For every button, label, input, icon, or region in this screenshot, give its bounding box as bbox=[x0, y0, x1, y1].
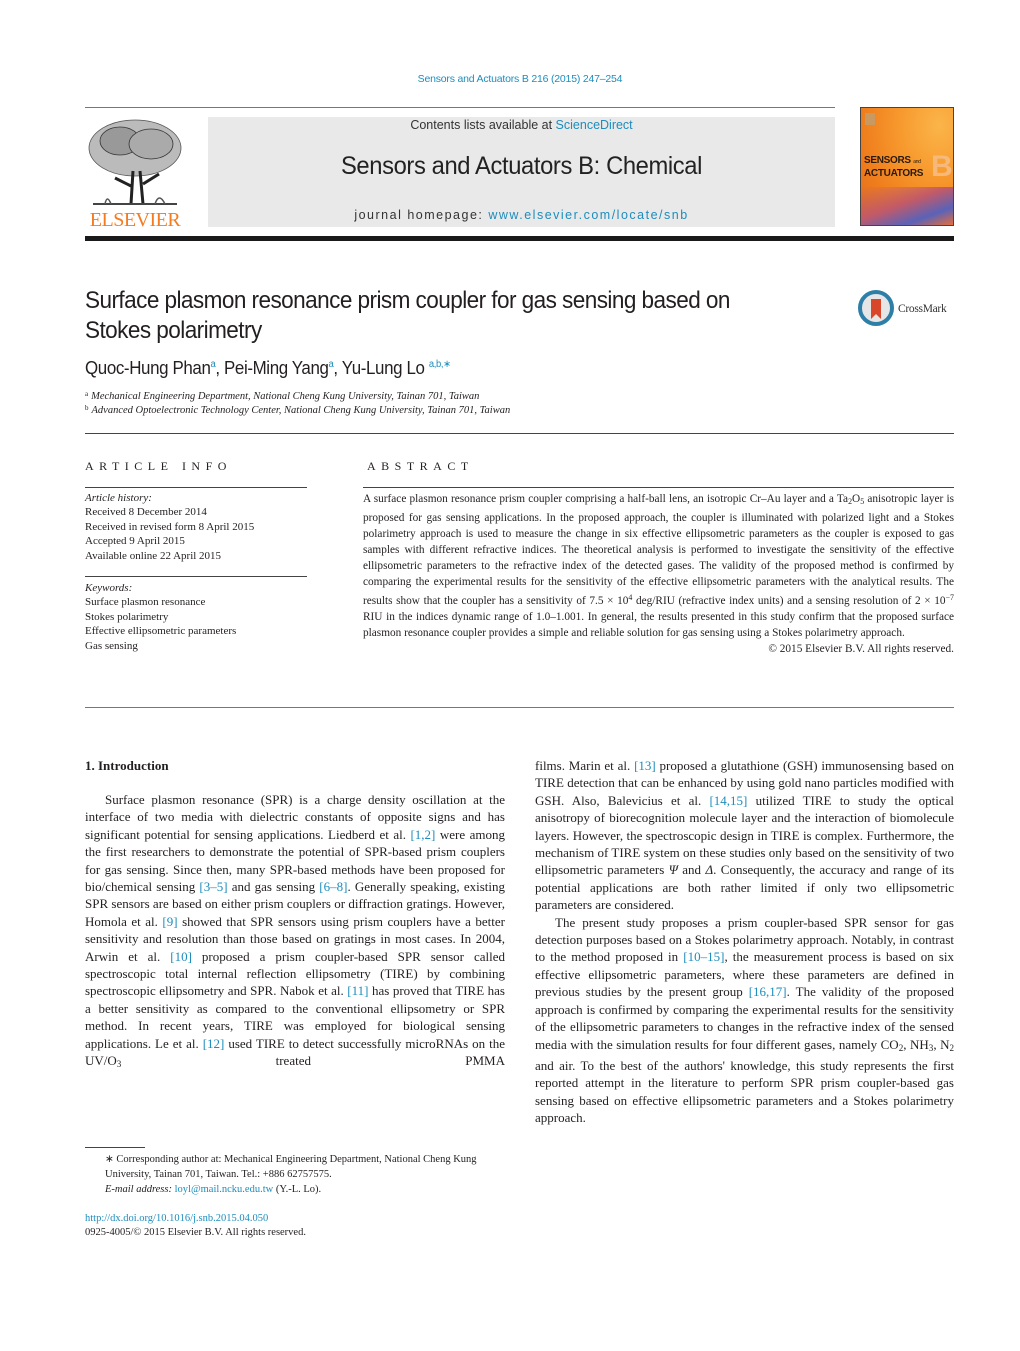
journal-homepage: journal homepage: www.elsevier.com/locat… bbox=[208, 208, 835, 222]
reference-link[interactable]: [11] bbox=[347, 983, 368, 998]
homepage-link[interactable]: www.elsevier.com/locate/snb bbox=[488, 208, 688, 222]
issn-copyright: 0925-4005/© 2015 Elsevier B.V. All right… bbox=[85, 1227, 306, 1238]
keyword-item[interactable]: Stokes polarimetry bbox=[85, 610, 236, 624]
cover-title-and: and bbox=[913, 159, 921, 165]
keywords-label: Keywords: bbox=[85, 582, 133, 594]
sciencedirect-link[interactable]: ScienceDirect bbox=[556, 118, 633, 132]
doi-link[interactable]: http://dx.doi.org/10.1016/j.snb.2015.04.… bbox=[85, 1211, 268, 1226]
article-history: Article history: Received 8 December 201… bbox=[85, 491, 254, 563]
section-heading-introduction: 1. Introduction bbox=[85, 758, 169, 773]
subscript: 3 bbox=[116, 1059, 122, 1070]
crossmark-ribbon-icon bbox=[871, 299, 881, 319]
article-title: Surface plasmon resonance prism coupler … bbox=[85, 287, 730, 344]
affiliation-text: Advanced Optoelectronic Technology Cente… bbox=[91, 405, 511, 416]
author-name[interactable]: Quoc-Hung Phan bbox=[85, 358, 211, 378]
history-label: Article history: bbox=[85, 492, 152, 504]
header-thick-rule bbox=[85, 236, 954, 241]
divider bbox=[85, 433, 954, 434]
affiliation-mark: a bbox=[85, 390, 89, 398]
reference-link[interactable]: [16,17] bbox=[749, 984, 787, 999]
keyword-item[interactable]: Gas sensing bbox=[85, 639, 236, 653]
history-item: Received in revised form 8 April 2015 bbox=[85, 520, 255, 533]
history-item: Received 8 December 2014 bbox=[85, 506, 207, 519]
crossmark-label: CrossMark bbox=[898, 303, 947, 315]
elsevier-wordmark: ELSEVIER bbox=[89, 209, 181, 231]
email-label: E-mail address: bbox=[105, 1184, 175, 1195]
affiliation: a Mechanical Engineering Department, Nati… bbox=[85, 390, 479, 402]
affiliation: b Advanced Optoelectronic Technology Cent… bbox=[85, 404, 510, 416]
corresponding-author-footnote: ∗ Corresponding author at: Mechanical En… bbox=[85, 1152, 505, 1197]
crossmark-icon bbox=[858, 290, 894, 326]
elsevier-tree-icon bbox=[85, 116, 185, 208]
abstract-body: A surface plasmon resonance prism couple… bbox=[363, 491, 954, 657]
intro-paragraph: The present study proposes a prism coupl… bbox=[535, 914, 955, 1126]
subscript: 2 bbox=[898, 1042, 904, 1053]
intro-paragraph: Surface plasmon resonance (SPR) is a cha… bbox=[85, 792, 506, 1070]
abstract-copyright: © 2015 Elsevier B.V. All rights reserved… bbox=[768, 643, 954, 655]
divider bbox=[85, 707, 954, 708]
journal-title: Sensors and Actuators B: Chemical bbox=[340, 152, 703, 180]
subscript: 2 bbox=[949, 1042, 955, 1053]
abstract-heading: ABSTRACT bbox=[367, 459, 474, 473]
author-name[interactable]: Pei-Ming Yang bbox=[224, 358, 329, 378]
keyword-item[interactable]: Effective ellipsometric parameters bbox=[85, 624, 236, 638]
elsevier-logo[interactable]: ELSEVIER bbox=[85, 116, 185, 231]
cover-art bbox=[861, 187, 953, 225]
author-name[interactable]: Yu-Lung Lo bbox=[342, 358, 425, 378]
keywords: Keywords: Surface plasmon resonance Stok… bbox=[85, 581, 236, 653]
reference-link[interactable]: [13] bbox=[634, 758, 656, 773]
cover-letter: B bbox=[931, 150, 953, 183]
affiliation-mark: b bbox=[85, 404, 89, 412]
history-item: Accepted 9 April 2015 bbox=[85, 535, 185, 548]
journal-banner: Contents lists available at ScienceDirec… bbox=[208, 117, 835, 227]
author-affil-mark[interactable]: a bbox=[329, 359, 334, 370]
reference-link[interactable]: [6–8] bbox=[319, 879, 347, 894]
email-suffix: (Y.-L. Lo). bbox=[273, 1184, 322, 1195]
math-symbol: Δ bbox=[705, 862, 714, 878]
author-list: Quoc-Hung Phana, Pei-Ming Yanga, Yu-Lung… bbox=[85, 358, 451, 378]
math-symbol: Ψ bbox=[668, 862, 678, 878]
cover-title-line2: ACTUATORS bbox=[864, 168, 924, 179]
reference-link[interactable]: [3–5] bbox=[199, 879, 227, 894]
divider bbox=[85, 576, 307, 577]
article-info-heading: ARTICLE INFO bbox=[85, 459, 232, 473]
contents-prefix: Contents lists available at bbox=[410, 118, 556, 132]
reference-link[interactable]: [10] bbox=[170, 949, 192, 964]
abstract-paragraph: A surface plasmon resonance prism couple… bbox=[363, 493, 955, 639]
author-affil-mark[interactable]: a bbox=[210, 359, 215, 370]
reference-link[interactable]: [9] bbox=[162, 914, 177, 929]
body-column-right: films. Marin et al. [13] proposed a glut… bbox=[535, 757, 954, 1127]
reference-link[interactable]: [10–15] bbox=[683, 949, 724, 964]
cover-publisher-icon bbox=[865, 113, 875, 125]
homepage-prefix: journal homepage: bbox=[354, 208, 489, 222]
reference-link[interactable]: [14,15] bbox=[709, 793, 747, 808]
email-line: E-mail address: loyl@mail.ncku.edu.tw (Y… bbox=[85, 1182, 505, 1197]
corresponding-author-text: ∗ Corresponding author at: Mechanical En… bbox=[105, 1154, 477, 1180]
intro-paragraph-continued: films. Marin et al. [13] proposed a glut… bbox=[535, 758, 955, 913]
history-item: Available online 22 April 2015 bbox=[85, 549, 222, 562]
keyword-item[interactable]: Surface plasmon resonance bbox=[85, 595, 236, 609]
email-link[interactable]: loyl@mail.ncku.edu.tw bbox=[175, 1184, 274, 1195]
journal-citation[interactable]: Sensors and Actuators B 216 (2015) 247–2… bbox=[0, 73, 1020, 85]
contents-line: Contents lists available at ScienceDirec… bbox=[208, 118, 835, 132]
reference-link[interactable]: [1,2] bbox=[410, 827, 435, 842]
affiliation-text: Mechanical Engineering Department, Natio… bbox=[91, 391, 480, 402]
divider bbox=[85, 487, 307, 488]
author-affil-mark[interactable]: a,b,∗ bbox=[429, 359, 451, 370]
cover-title-line1: SENSORS bbox=[864, 155, 911, 166]
reference-link[interactable]: [12] bbox=[203, 1036, 225, 1051]
body-column-left: Surface plasmon resonance (SPR) is a cha… bbox=[85, 791, 505, 1074]
journal-cover-thumbnail[interactable]: B SENSORS and ACTUATORS bbox=[860, 107, 954, 226]
subscript: 3 bbox=[928, 1042, 934, 1053]
crossmark-button[interactable]: CrossMark bbox=[858, 290, 958, 330]
cover-title: SENSORS and ACTUATORS bbox=[864, 155, 923, 180]
footnote-rule bbox=[85, 1147, 145, 1148]
header-rule bbox=[85, 107, 835, 108]
divider bbox=[363, 487, 954, 488]
